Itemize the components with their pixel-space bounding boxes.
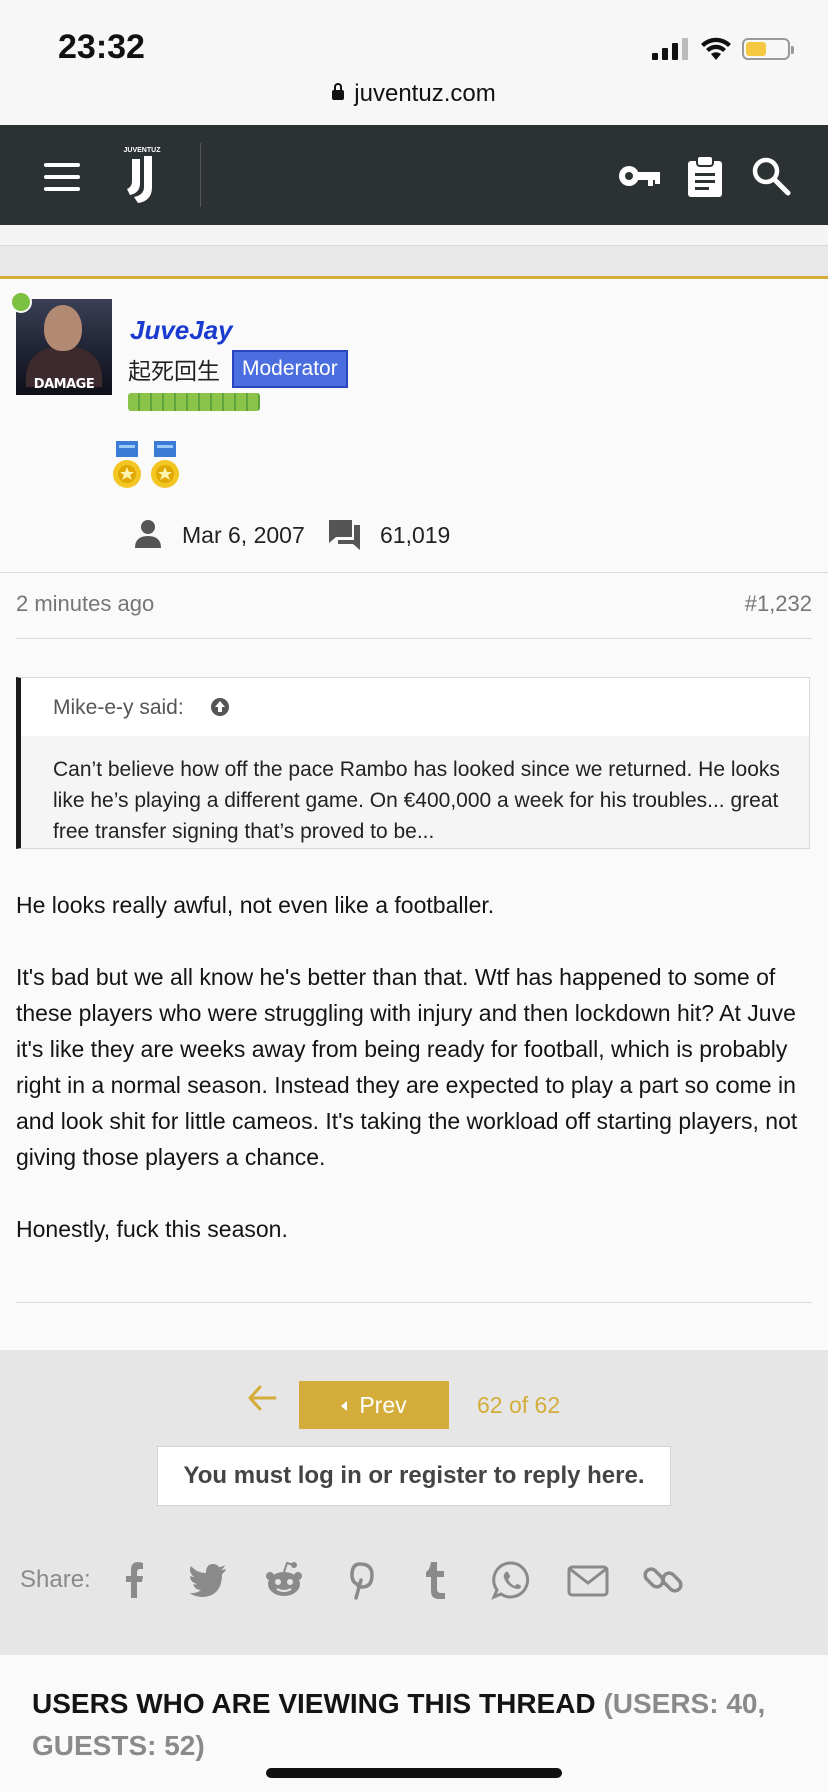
battery-icon: [742, 38, 794, 60]
avatar[interactable]: DAMAGE REPORT: [16, 299, 112, 395]
url-text: juventuz.com: [354, 80, 496, 107]
whatsapp-icon[interactable]: [490, 1558, 534, 1602]
forum-post: DAMAGE REPORT JuveJay 起死回生 Moderator Mar…: [0, 276, 828, 1353]
key-icon[interactable]: [616, 153, 662, 199]
home-indicator[interactable]: [266, 1768, 562, 1778]
user-icon: [135, 520, 161, 548]
post-timestamp[interactable]: 2 minutes ago: [16, 591, 154, 617]
medal-icon: [151, 441, 179, 488]
sub-nav-strip: [0, 225, 828, 246]
quote-block: Mike-e-y said: Can’t believe how off the…: [16, 677, 810, 849]
site-navbar: JUVENTUZ: [0, 125, 828, 225]
prev-label: Prev: [359, 1392, 407, 1418]
quote-text: Can’t believe how off the pace Rambo has…: [53, 758, 780, 843]
medal-icon: [113, 441, 141, 488]
juventuz-logo[interactable]: JUVENTUZ: [122, 143, 162, 205]
post-paragraph: It's bad but we all know he's better tha…: [16, 964, 798, 1170]
tumblr-icon[interactable]: [414, 1558, 458, 1602]
join-date: Mar 6, 2007: [182, 522, 305, 548]
arrow-up-circle-icon[interactable]: [210, 697, 230, 717]
pinterest-icon[interactable]: [338, 1558, 382, 1602]
username[interactable]: JuveJay: [130, 315, 233, 346]
search-icon[interactable]: [748, 153, 794, 199]
message-count: 61,019: [380, 522, 451, 548]
cellular-signal-icon: [652, 38, 690, 60]
quote-attribution[interactable]: Mike-e-y said:: [53, 696, 184, 720]
moderator-badge: Moderator: [232, 350, 348, 388]
menu-icon[interactable]: [44, 163, 80, 191]
viewers-heading: USERS WHO ARE VIEWING THIS THREAD (USERS…: [32, 1683, 802, 1767]
address-bar[interactable]: juventuz.com: [0, 80, 828, 108]
online-indicator: [10, 291, 32, 313]
avatar-caption: DAMAGE REPORT: [33, 377, 95, 392]
divider: [16, 1302, 812, 1303]
email-icon[interactable]: [566, 1558, 610, 1602]
post-paragraph: He looks really awful, not even like a f…: [16, 892, 495, 918]
login-prompt[interactable]: You must log in or register to reply her…: [157, 1446, 671, 1506]
wifi-icon: [701, 37, 731, 60]
caret-left-icon: [341, 1401, 348, 1411]
user-title: 起死回生: [128, 358, 220, 384]
clock-time: 23:32: [58, 28, 145, 66]
viewers-title: USERS WHO ARE VIEWING THIS THREAD: [32, 1688, 596, 1719]
lock-icon: [332, 83, 345, 100]
share-label: Share:: [20, 1566, 91, 1593]
prev-page-button[interactable]: Prev: [299, 1381, 449, 1429]
divider: [16, 638, 812, 639]
facebook-icon[interactable]: [112, 1558, 156, 1602]
post-paragraph: Honestly, fuck this season.: [16, 1216, 288, 1242]
page-info[interactable]: 62 of 62: [477, 1392, 560, 1419]
clipboard-icon[interactable]: [682, 153, 728, 199]
divider: [0, 572, 828, 573]
post-number[interactable]: #1,232: [745, 591, 812, 617]
reputation-bar: [128, 393, 260, 411]
logo-text: JUVENTUZ: [124, 147, 162, 154]
arrow-left-icon[interactable]: [246, 1384, 278, 1412]
navbar-divider: [200, 143, 201, 207]
reddit-icon[interactable]: [262, 1558, 306, 1602]
twitter-icon[interactable]: [186, 1558, 230, 1602]
pagination-area: Prev 62 of 62 You must log in or registe…: [0, 1350, 828, 1655]
link-icon[interactable]: [642, 1558, 686, 1602]
browser-status-bar: 23:32 juventuz.com: [0, 0, 828, 125]
messages-icon: [329, 520, 360, 550]
